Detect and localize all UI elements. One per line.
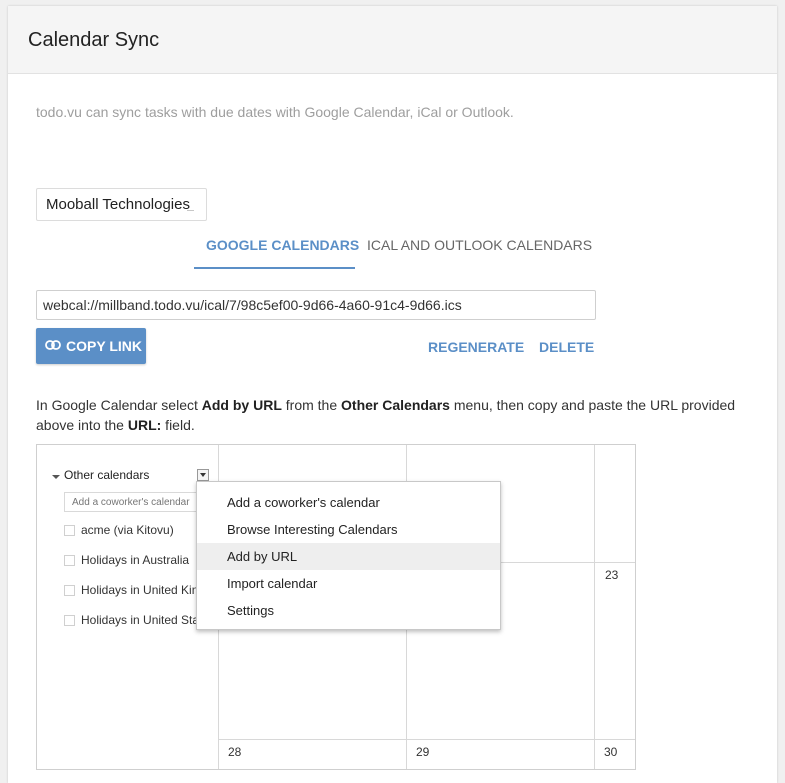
instructions-text: In Google Calendar select Add by URL fro… — [36, 397, 736, 433]
active-tab-indicator — [194, 267, 355, 269]
calendar-name: Holidays in United States — [81, 613, 214, 627]
menu-item-add-by-url[interactable]: Add by URL — [197, 543, 500, 570]
menu-item-import-calendar[interactable]: Import calendar — [197, 570, 500, 597]
calendar-checkbox[interactable] — [64, 615, 75, 626]
other-calendars-dropdown-menu: Add a coworker's calendar Browse Interes… — [196, 481, 501, 630]
regenerate-button[interactable]: REGENERATE — [428, 339, 524, 355]
organization-select-value: Mooball Technologies — [46, 196, 190, 213]
delete-button[interactable]: DELETE — [539, 339, 594, 355]
calendar-list-item[interactable]: acme (via Kitovu) — [64, 523, 214, 539]
calendar-checkbox[interactable] — [64, 555, 75, 566]
copy-link-label: COPY LINK — [66, 338, 142, 354]
menu-item-settings[interactable]: Settings — [197, 597, 500, 624]
day-number: 29 — [416, 745, 430, 759]
grid-line — [594, 445, 595, 769]
calendar-list-item[interactable]: Holidays in Australia — [64, 553, 214, 569]
page-title: Calendar Sync — [28, 29, 160, 51]
other-calendars-menu-button[interactable] — [197, 469, 209, 481]
copy-link-button[interactable]: COPY LINK — [36, 328, 146, 364]
calendar-list-item[interactable]: Holidays in United Kingdom — [64, 583, 214, 599]
tab-ical-outlook-calendars[interactable]: ICAL AND OUTLOOK CALENDARS — [367, 237, 592, 253]
calendar-name: Holidays in United Kingdom — [81, 583, 214, 597]
menu-item-browse-calendars[interactable]: Browse Interesting Calendars — [197, 516, 500, 543]
day-number: 28 — [228, 745, 242, 759]
dropdown-caret-icon — [187, 210, 194, 211]
organization-select[interactable]: Mooball Technologies — [36, 188, 207, 221]
card-header: Calendar Sync — [8, 6, 777, 74]
grid-line — [219, 739, 635, 740]
day-number: 23 — [605, 568, 619, 582]
collapse-arrow-icon[interactable] — [52, 475, 60, 479]
day-number: 30 — [604, 745, 618, 759]
other-calendars-label[interactable]: Other calendars — [64, 468, 149, 482]
calendar-sync-card: Calendar Sync todo.vu can sync tasks wit… — [8, 6, 777, 783]
calendar-list-item[interactable]: Holidays in United States — [64, 613, 214, 629]
tab-google-calendars[interactable]: GOOGLE CALENDARS — [206, 237, 359, 253]
calendar-checkbox[interactable] — [64, 525, 75, 536]
add-coworker-input[interactable] — [64, 492, 204, 512]
calendar-name: acme (via Kitovu) — [81, 523, 174, 537]
intro-text: todo.vu can sync tasks with due dates wi… — [36, 104, 514, 120]
sync-url-field[interactable] — [36, 290, 596, 320]
calendar-checkbox[interactable] — [64, 585, 75, 596]
link-icon — [45, 340, 61, 350]
menu-item-add-coworker[interactable]: Add a coworker's calendar — [197, 489, 500, 516]
calendar-name: Holidays in Australia — [81, 553, 190, 567]
